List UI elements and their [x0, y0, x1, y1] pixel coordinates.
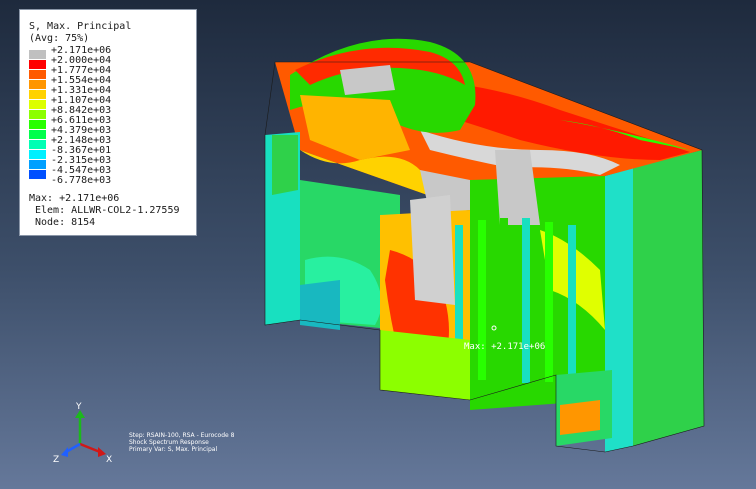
viewport-captions: Step: RSAIN-100, RSA - Eurocode 8 Shock …: [129, 432, 234, 453]
legend-swatch: [29, 130, 46, 140]
model-left-wall-face: [272, 135, 298, 195]
triad-x-arrow: [98, 447, 106, 457]
model-dome-grey-core: [340, 65, 395, 95]
legend-swatch: [29, 80, 46, 90]
model-bottom-right-face: [560, 400, 600, 435]
model-bottom-base: [380, 330, 470, 400]
max-marker-label: Max: +2.171e+06: [464, 342, 546, 352]
legend-swatch: [29, 60, 46, 70]
model-center-grey-strip: [410, 195, 455, 305]
legend-swatch: [29, 150, 46, 160]
legend-value-label: -6.778e+03: [51, 175, 112, 186]
caption-primary-var: Primary Var: S, Max. Principal: [129, 446, 218, 453]
caption-step: Step: RSAIN-100, RSA - Eurocode 8: [129, 432, 235, 439]
triad-z-arrow: [61, 447, 68, 457]
triad-x-axis: [79, 442, 101, 454]
legend-swatch: [29, 140, 46, 150]
legend-swatch: [29, 110, 46, 120]
legend-info: Max: +2.171e+06 Elem: ALLWR-COL2-1.27559…: [29, 193, 180, 229]
legend-swatch: [29, 50, 46, 60]
legend-swatch: [29, 100, 46, 110]
legend-swatch: [29, 160, 46, 170]
legend-color-scale: [29, 50, 46, 180]
triad-x-label: X: [106, 455, 112, 464]
legend-subtitle: (Avg: 75%): [29, 33, 90, 44]
legend-element: Elem: ALLWR-COL2-1.27559: [35, 205, 180, 216]
legend-title: S, Max. Principal: [29, 21, 132, 32]
legend-panel: S, Max. Principal (Avg: 75%) +2.171e+06 +…: [19, 9, 197, 236]
model-right-wall-front: [633, 150, 704, 446]
triad-z-label: Z: [53, 455, 59, 464]
legend-value-labels: +2.171e+06 +2.000e+04 +1.777e+04 +1.554e+04…: [51, 46, 111, 186]
legend-swatch: [29, 120, 46, 130]
legend-swatch: [29, 70, 46, 80]
legend-node: Node: 8154: [35, 217, 96, 228]
caption-description: Shock Spectrum Response: [129, 439, 209, 446]
triad-y-label: Y: [75, 402, 82, 412]
legend-swatch: [29, 90, 46, 100]
triad-z-axis: [65, 442, 81, 454]
legend-max-value: Max: +2.171e+06: [29, 193, 120, 204]
legend-swatch: [29, 170, 46, 180]
view-triad[interactable]: Y X Z: [44, 402, 124, 464]
